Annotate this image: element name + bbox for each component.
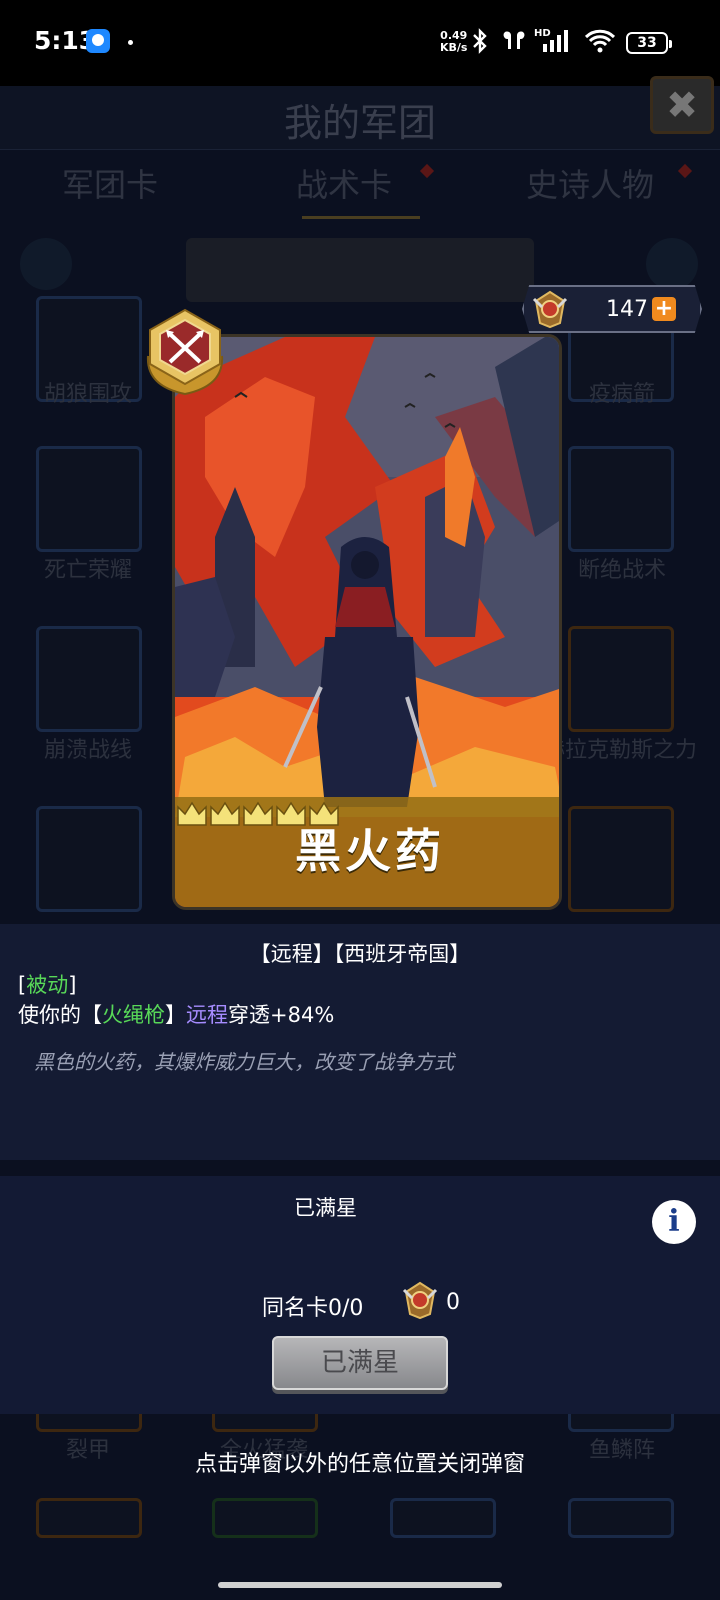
card-label: 胡狼围攻 (43, 382, 132, 407)
list-view-icon[interactable] (20, 238, 72, 290)
duplicate-card-count: 同名卡0/0 (262, 1296, 364, 1321)
flavor-text: 黑色的火药，其爆炸威力巨大，改变了战争方式 (34, 1050, 454, 1074)
card-label: 崩溃战线 (43, 738, 132, 763)
notification-dot-icon (419, 163, 435, 179)
filter-icon[interactable] (646, 238, 698, 290)
card-thumbnail[interactable] (390, 1498, 496, 1538)
medal-icon (402, 1281, 438, 1320)
card-thumbnail[interactable] (212, 1498, 318, 1538)
notification-dot-icon (677, 163, 693, 179)
tab-bar: 军团卡 战术卡 史诗人物 (0, 160, 720, 220)
star-rating (177, 801, 339, 826)
tab-legion-cards[interactable]: 军团卡 (62, 160, 158, 206)
medal-icon (532, 290, 568, 329)
battery-icon: 33 (626, 32, 672, 54)
currency-counter[interactable]: 147 + (522, 285, 702, 333)
card-label: 死亡荣耀 (43, 558, 132, 583)
skill-effect-line: 使你的【火绳枪】远程穿透+84% (18, 1003, 335, 1027)
card-thumbnail[interactable] (36, 446, 142, 552)
search-input[interactable] (186, 238, 534, 302)
ranged-crossed-arrows-icon (146, 308, 224, 396)
card-thumbnail[interactable] (568, 446, 674, 552)
card-name-band: 黑火药 (175, 797, 559, 907)
card-thumbnail[interactable] (568, 806, 674, 912)
card-info-panel: 【远程】【西班牙帝国】 [被动] 使你的【火绳枪】远程穿透+84% 黑色的火药，… (0, 924, 720, 1160)
card-label: 疫病箭 (588, 382, 655, 407)
tactic-card-art: 黑火药 (172, 334, 562, 910)
info-icon[interactable]: i (652, 1200, 696, 1244)
home-indicator[interactable] (218, 1582, 502, 1588)
page-title: 我的军团 (283, 101, 436, 145)
card-thumbnail[interactable] (568, 626, 674, 732)
upgrade-star-button[interactable]: 已满星 (272, 1336, 448, 1390)
bluetooth-icon (470, 28, 490, 60)
upgrade-panel: 已满星 i 同名卡0/0 0 已满星 (0, 1176, 720, 1414)
network-speed: 0.49 KB/s (440, 29, 468, 54)
tab-epic-figures[interactable]: 史诗人物 (526, 160, 654, 206)
attack-type: 远程 (186, 1003, 228, 1027)
card-label: 断绝战术 (577, 558, 666, 583)
status-bar: 5:13 0.49 KB/s HD 33 (0, 0, 720, 86)
currency-amount: 147 (606, 297, 648, 322)
card-thumbnail[interactable] (568, 1498, 674, 1538)
signal-icon (540, 28, 570, 60)
wifi-icon (584, 28, 616, 60)
unit-name: 火绳枪 (102, 1003, 165, 1027)
header-bar: 我的军团 (0, 86, 720, 150)
star-status: 已满星 (294, 1196, 357, 1220)
medal-count: 0 (446, 1290, 460, 1315)
earbuds-icon (500, 28, 528, 60)
close-hint: 点击弹窗以外的任意位置关闭弹窗 (194, 1452, 525, 1477)
card-thumbnail[interactable] (36, 1498, 142, 1538)
tab-tactic-cards[interactable]: 战术卡 (296, 160, 392, 206)
card-tags: 【远程】【西班牙帝国】 (249, 942, 471, 966)
add-currency-button[interactable]: + (652, 297, 676, 321)
card-thumbnail[interactable] (36, 626, 142, 732)
close-icon[interactable]: ✖ (650, 76, 714, 134)
skill-type: 被动 (26, 973, 69, 997)
app-notification-icon (86, 29, 110, 53)
card-thumbnail[interactable] (36, 806, 142, 912)
active-tab-indicator (302, 216, 420, 219)
skill-type-line: [被动] (18, 973, 77, 997)
notification-dot-icon (128, 40, 133, 45)
effect-value: 穿透+84% (228, 1003, 335, 1027)
skill-description: [被动] 使你的【火绳枪】远程穿透+84% (18, 970, 334, 1030)
